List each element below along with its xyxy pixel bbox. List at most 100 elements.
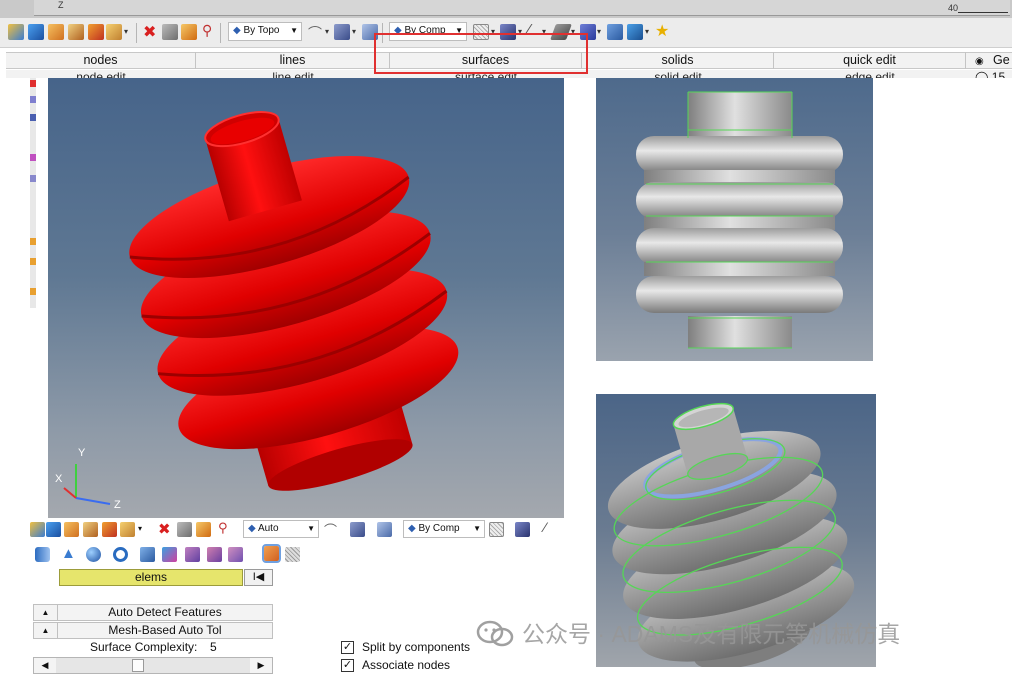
surface-complexity-label: Surface Complexity: — [90, 640, 198, 654]
save-icon[interactable] — [68, 24, 84, 40]
chevron-down-icon: ▼ — [473, 524, 481, 533]
auto-detect-features-option[interactable]: ▲ Auto Detect Features — [33, 604, 273, 621]
layer-dropdown-icon[interactable]: ▾ — [597, 27, 601, 36]
delete-icon[interactable]: ✖ — [158, 520, 171, 538]
switch-icon[interactable]: ▲ — [34, 605, 58, 620]
curve-icon[interactable]: ⌒ — [324, 520, 337, 539]
transform-icon[interactable]: ⚲ — [218, 520, 228, 536]
solid-icon[interactable] — [377, 522, 392, 537]
left-strip-icon[interactable] — [30, 154, 36, 161]
cone-icon[interactable]: ▲ — [61, 545, 76, 562]
mesh-icon[interactable] — [515, 522, 530, 537]
export-icon[interactable] — [120, 522, 135, 537]
tab-line-edit[interactable]: line edit — [196, 70, 390, 78]
left-strip-icon[interactable] — [30, 258, 36, 265]
line-icon[interactable]: ⁄ — [544, 519, 546, 535]
folder-icon[interactable] — [64, 522, 79, 537]
left-strip-icon[interactable] — [30, 80, 36, 87]
tab-nodes[interactable]: nodes — [6, 52, 196, 69]
tab-lines[interactable]: lines — [196, 52, 390, 69]
axis-label-x: X — [55, 473, 63, 485]
torus-icon[interactable] — [113, 547, 128, 562]
drag-icon[interactable] — [228, 547, 243, 562]
cylinder-icon[interactable] — [35, 547, 50, 562]
curve-icon[interactable]: ⌒ — [308, 23, 322, 43]
tab-quick-edit[interactable]: quick edit — [774, 52, 966, 69]
tab-node-edit[interactable]: node edit — [6, 70, 196, 78]
top-viewport-edge — [34, 0, 1010, 16]
left-strip-icon[interactable] — [30, 288, 36, 295]
component-icon[interactable] — [46, 522, 61, 537]
hide-icon[interactable] — [177, 522, 192, 537]
radio-button-unselected[interactable]: ◯ — [975, 70, 992, 78]
mesh-surface-icon[interactable] — [285, 547, 300, 562]
left-strip-icon[interactable] — [30, 114, 36, 121]
left-strip-icon[interactable] — [30, 175, 36, 182]
hide-icon[interactable] — [162, 24, 178, 40]
star-icon[interactable]: ★ — [655, 21, 669, 41]
left-strip-icon[interactable] — [30, 96, 36, 103]
main-viewport[interactable]: Y X Z — [48, 78, 564, 518]
display-icon[interactable] — [627, 24, 643, 40]
toolbar-separator — [220, 23, 221, 43]
auto-detect-features-label: Auto Detect Features — [108, 605, 222, 619]
front-neck-2 — [644, 216, 835, 230]
tab-solids[interactable]: solids — [582, 52, 774, 69]
plane-icon[interactable] — [334, 24, 350, 40]
show-icon[interactable] — [181, 24, 197, 40]
switch-icon[interactable]: ▲ — [34, 623, 58, 638]
display-dropdown-icon[interactable]: ▾ — [645, 27, 649, 36]
transform-icon[interactable]: ⚲ — [202, 22, 212, 39]
save-icon[interactable] — [83, 522, 98, 537]
bottom-comp-select[interactable]: ◆ By Comp ▼ — [403, 520, 485, 538]
slider-left-icon[interactable]: ◀ — [34, 658, 56, 673]
mesh-based-auto-tol-option[interactable]: ▲ Mesh-Based Auto Tol — [33, 622, 273, 639]
elems-reset-button[interactable]: I◀ — [244, 569, 273, 586]
assembly-icon[interactable] — [8, 24, 24, 40]
bottom-topo-select[interactable]: ◆ Auto ▼ — [243, 520, 319, 538]
ruler-line — [958, 12, 1008, 13]
curve-dropdown-icon[interactable]: ▾ — [325, 27, 329, 36]
grid-icon[interactable] — [607, 24, 623, 40]
tab-edge-edit[interactable]: edge edit — [774, 70, 966, 78]
elems-selector[interactable]: elems — [59, 569, 243, 586]
slider-right-icon[interactable]: ▶ — [250, 658, 272, 673]
import-icon[interactable] — [102, 522, 117, 537]
bellows-group — [129, 111, 459, 491]
associate-nodes-checkbox[interactable]: ✓ — [341, 659, 354, 672]
slider-thumb[interactable] — [132, 659, 144, 672]
radio-button-selected[interactable]: ◉ — [975, 56, 984, 67]
sphere-icon[interactable] — [86, 547, 101, 562]
delete-icon[interactable]: ✖ — [143, 22, 156, 42]
show-icon[interactable] — [196, 522, 211, 537]
export-icon[interactable] — [106, 24, 122, 40]
skin-icon[interactable] — [207, 547, 222, 562]
front-bottom-cylinder — [688, 316, 792, 348]
ruled-icon[interactable] — [162, 547, 177, 562]
front-view-image — [596, 78, 873, 361]
assembly-icon[interactable] — [30, 522, 45, 537]
plane-dropdown-icon[interactable]: ▾ — [352, 27, 356, 36]
component-icon[interactable] — [28, 24, 44, 40]
surface-icon[interactable] — [140, 547, 155, 562]
mesh-based-auto-tol-label: Mesh-Based Auto Tol — [108, 623, 222, 637]
folder-icon[interactable] — [48, 24, 64, 40]
split-by-components-checkbox[interactable]: ✓ — [341, 641, 354, 654]
wire-icon[interactable] — [489, 522, 504, 537]
front-top-cylinder — [688, 92, 792, 138]
export-dropdown-icon[interactable]: ▾ — [124, 27, 128, 36]
plane-icon[interactable] — [350, 522, 365, 537]
export-dropdown-icon[interactable]: ▾ — [138, 524, 142, 533]
left-strip-icon[interactable] — [30, 238, 36, 245]
front-ring-3 — [636, 228, 843, 265]
topo-select[interactable]: ◆ By Topo ▼ — [228, 22, 302, 41]
tab-solid-edit[interactable]: solid edit — [582, 70, 774, 78]
midsurface-icon[interactable] — [262, 544, 281, 563]
watermark: 公众号 · ADAMS及有限元等机械仿真 — [476, 616, 996, 652]
surface-complexity-slider[interactable]: ◀ ▶ — [33, 657, 273, 674]
import-icon[interactable] — [88, 24, 104, 40]
axis-z-line — [75, 497, 111, 505]
comp-icon: ◆ — [408, 523, 416, 534]
spline-icon[interactable] — [185, 547, 200, 562]
axis-label-z-top: Z — [58, 0, 64, 10]
